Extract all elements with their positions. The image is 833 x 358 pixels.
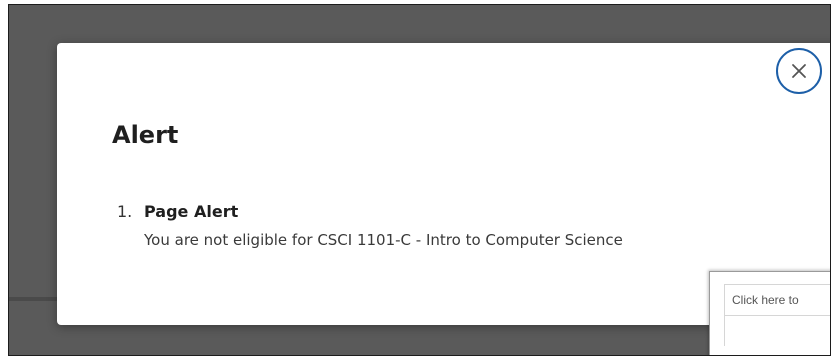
screenshot-frame: Alert 1. Page Alert You are not eligible… — [8, 4, 831, 356]
close-icon — [792, 64, 806, 78]
alert-item-number: 1. — [117, 202, 133, 221]
background-panel: Click here to — [709, 271, 830, 355]
background-panel-divider — [724, 316, 830, 346]
alert-item-message: You are not eligible for CSCI 1101-C - I… — [144, 231, 623, 249]
alert-list-item: 1. Page Alert You are not eligible for C… — [117, 201, 623, 251]
alert-item-heading: Page Alert — [144, 202, 239, 221]
alert-title: Alert — [112, 121, 179, 149]
background-panel-field[interactable]: Click here to — [724, 284, 830, 316]
alert-list: 1. Page Alert You are not eligible for C… — [117, 201, 623, 251]
alert-item-body: Page Alert You are not eligible for CSCI… — [144, 201, 623, 251]
close-button[interactable] — [776, 48, 822, 94]
